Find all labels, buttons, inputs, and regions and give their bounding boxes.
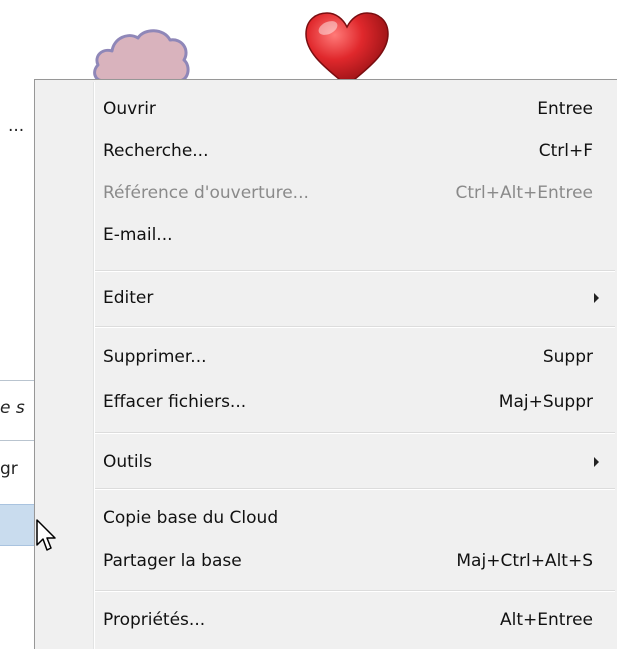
heart-icon[interactable]	[302, 10, 392, 88]
menu-item-proprietes[interactable]: Propriétés... Alt+Entree	[95, 600, 607, 640]
menu-item-label: Copie base du Cloud	[103, 508, 279, 528]
menu-item-email[interactable]: E-mail...	[95, 215, 607, 255]
menu-separator	[95, 326, 615, 328]
menu-item-label: Ouvrir	[103, 99, 156, 119]
submenu-arrow-icon	[594, 457, 599, 467]
menu-item-outils[interactable]: Outils	[95, 442, 607, 482]
menu-item-shortcut: Ctrl+F	[538, 141, 593, 161]
menu-item-shortcut: Maj+Ctrl+Alt+S	[456, 551, 593, 571]
menu-item-copie-base-cloud[interactable]: Copie base du Cloud	[95, 498, 607, 538]
menu-item-label: Recherche...	[103, 141, 209, 161]
menu-item-effacer-fichiers[interactable]: Effacer fichiers... Maj+Suppr	[95, 382, 607, 422]
background-ellipsis-text: ...	[8, 116, 25, 136]
menu-item-label: Partager la base	[103, 551, 242, 571]
menu-item-recherche[interactable]: Recherche... Ctrl+F	[95, 131, 607, 171]
menu-separator	[95, 488, 615, 490]
menu-item-label: Effacer fichiers...	[103, 392, 247, 412]
menu-item-supprimer[interactable]: Supprimer... Suppr	[95, 337, 607, 377]
menu-item-label: Outils	[103, 452, 153, 472]
menu-item-shortcut: Entree	[537, 99, 593, 119]
background-text-fragment: e s	[0, 398, 25, 418]
menu-item-shortcut: Ctrl+Alt+Entree	[455, 183, 593, 203]
menu-item-shortcut: Maj+Suppr	[498, 392, 593, 412]
menu-separator	[95, 590, 615, 592]
menu-item-shortcut: Suppr	[542, 347, 593, 367]
cloud-icon[interactable]	[92, 26, 192, 86]
menu-item-ouvrir[interactable]: Ouvrir Entree	[95, 89, 607, 129]
menu-item-label: E-mail...	[103, 225, 173, 245]
menu-item-reference-ouverture: Référence d'ouverture... Ctrl+Alt+Entree	[95, 173, 607, 213]
menu-item-editer[interactable]: Editer	[95, 278, 607, 318]
menu-item-label: Supprimer...	[103, 347, 207, 367]
menu-separator	[95, 270, 615, 272]
menu-item-label: Référence d'ouverture...	[103, 183, 309, 203]
menu-separator	[95, 432, 615, 434]
background-divider	[0, 380, 36, 381]
menu-item-partager-base[interactable]: Partager la base Maj+Ctrl+Alt+S	[95, 541, 607, 581]
menu-item-label: Propriétés...	[103, 610, 206, 630]
context-menu: Ouvrir Entree Recherche... Ctrl+F Référe…	[34, 79, 617, 649]
submenu-arrow-icon	[594, 293, 599, 303]
background-divider	[0, 440, 36, 441]
menu-item-label: Editer	[103, 288, 154, 308]
mouse-pointer-icon	[36, 519, 56, 551]
background-text-fragment: gr	[0, 459, 18, 479]
background-selected-row[interactable]	[0, 504, 36, 546]
menu-item-shortcut: Alt+Entree	[500, 610, 593, 630]
